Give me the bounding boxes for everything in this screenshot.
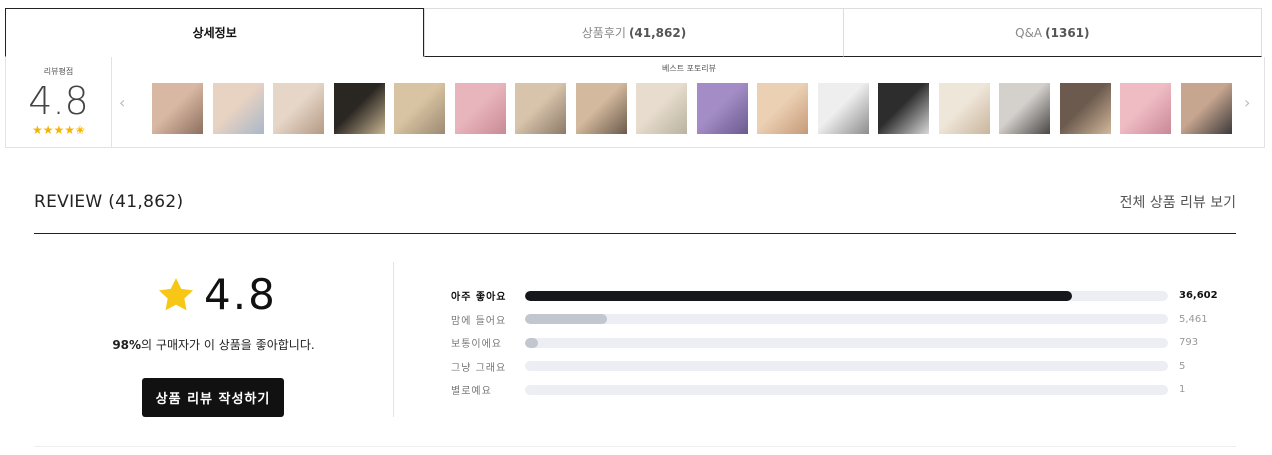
review-photo-thumbnail[interactable] [1059,83,1111,134]
review-photo-thumbnail[interactable] [878,83,929,134]
rating-stars-icon: ★★★★✬ [31,123,86,137]
tab-qna-count: (1361) [1045,25,1090,40]
rating-row: 그냥 그래요 5 [451,355,1218,379]
rating-bar-track [525,290,1168,301]
review-photo-thumbnail[interactable] [212,83,264,134]
rating-bar-fill [525,314,607,325]
write-review-button[interactable]: 상품 리뷰 작성하기 [142,378,284,417]
rating-row-label: 맘에 들어요 [451,315,507,327]
review-photo-thumbnail[interactable] [636,83,687,134]
review-photo-thumbnail[interactable] [333,83,385,134]
review-photo-thumbnail[interactable] [999,83,1050,134]
rating-row: 아주 좋아요 36,602 [451,284,1218,308]
review-photo-thumbnail[interactable] [757,83,808,134]
review-title: REVIEW (41,862) [34,192,184,212]
review-photo-thumbnail[interactable] [515,83,566,134]
rating-row: 별로예요 1 [451,378,1218,402]
tab-qna-label: Q&A [1015,25,1043,40]
rating-row-count: 1 [1179,384,1186,396]
review-photo-thumbnail[interactable] [817,83,869,134]
rating-row: 맘에 들어요 5,461 [451,308,1218,332]
rating-row-label: 아주 좋아요 [451,292,507,304]
vertical-divider [393,262,394,417]
review-photo-thumbnail[interactable] [575,83,627,134]
satisfaction-percent: 98% [112,338,142,352]
review-photo-thumbnail[interactable] [696,83,748,134]
rating-distribution: 아주 좋아요 36,602 맘에 들어요 5,461 보통이에요 793 그냥 그래요 5 별로… [451,284,1218,402]
tab-product-reviews-label: 상품후기 [581,26,626,40]
rating-row-label: 그냥 그래요 [451,362,507,374]
photo-thumbnails [152,83,1232,134]
review-photo-thumbnail[interactable] [1180,83,1232,134]
bottom-divider [34,446,1236,447]
tab-product-reviews-count: (41,862) [628,25,687,40]
review-photo-thumbnail[interactable] [938,83,990,134]
rating-bar-track [525,384,1168,395]
satisfaction-caption: 의 구매자가 이 상품을 좋아합니다. [141,338,315,352]
rating-bar-fill [525,337,538,348]
view-all-reviews-link[interactable]: 전체 상품 리뷰 보기 [1120,192,1236,212]
rating-bar-track [525,337,1168,348]
rating-bar-track [525,314,1168,325]
review-photo-thumbnail[interactable] [1120,83,1171,134]
review-photo-thumbnail[interactable] [273,83,324,134]
tab-detail-info-label: 상세정보 [192,26,237,40]
best-photo-review-label: 베스트 포토리뷰 [661,64,717,73]
average-rating-value: 4.8 [204,270,277,319]
star-icon [159,277,193,310]
chevron-left-icon[interactable]: ‹ [119,93,125,112]
rating-bar-track [525,361,1168,372]
review-photo-thumbnail[interactable] [394,83,445,134]
rating-row-count: 5,461 [1179,313,1208,325]
rating-row-count: 36,602 [1179,290,1218,302]
tab-product-reviews[interactable]: 상품후기 (41,862) [424,8,843,57]
review-score-value: 4.8 [28,79,89,123]
divider [34,233,1236,234]
best-photo-review-strip: 리뷰평점 4.8 ★★★★✬ 베스트 포토리뷰 ‹ › [5,57,1265,148]
review-score-label: 리뷰평점 [43,67,74,76]
rating-row-count: 5 [1179,360,1186,372]
rating-row-label: 별로예요 [451,386,492,398]
rating-row: 보통이에요 793 [451,331,1218,355]
rating-bar-fill [525,290,1072,301]
rating-row-count: 793 [1179,337,1199,349]
tab-qna[interactable]: Q&A (1361) [842,8,1262,57]
chevron-right-icon[interactable]: › [1244,93,1250,112]
tab-detail-info[interactable]: 상세정보 [5,8,425,57]
satisfaction-text: 98%의 구매자가 이 상품을 좋아합니다. [34,336,393,353]
review-score-box: 리뷰평점 4.8 ★★★★✬ [6,57,112,147]
review-photo-thumbnail[interactable] [152,83,203,134]
review-photo-thumbnail[interactable] [454,83,506,134]
tab-bar: 상세정보 상품후기 (41,862) Q&A (1361) [5,8,1262,57]
average-rating: 4.8 [156,270,277,319]
rating-row-label: 보통이에요 [451,339,502,351]
